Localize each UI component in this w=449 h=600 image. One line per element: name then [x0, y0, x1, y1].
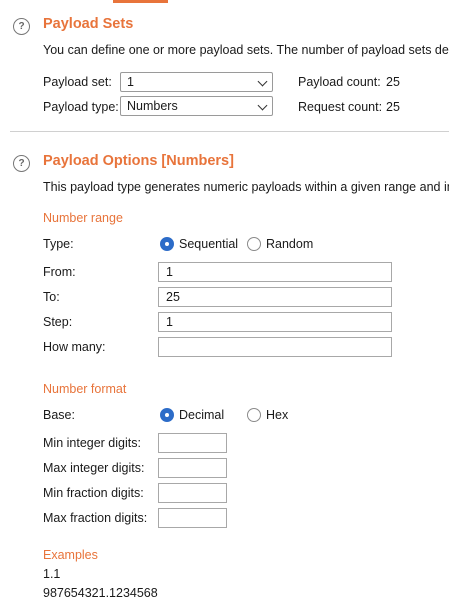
hex-label[interactable]: Hex: [266, 408, 288, 422]
to-input[interactable]: 25: [158, 287, 392, 307]
random-label[interactable]: Random: [266, 237, 313, 251]
how-many-label: How many:: [43, 340, 106, 354]
how-many-input[interactable]: [158, 337, 392, 357]
chevron-down-icon: [257, 100, 268, 111]
max-fraction-digits-input[interactable]: [158, 508, 227, 528]
active-tab-indicator: [113, 0, 168, 3]
help-icon[interactable]: ?: [13, 155, 30, 172]
type-label: Type:: [43, 237, 74, 251]
random-radio[interactable]: [247, 237, 261, 251]
example-line: 987654321.1234568: [43, 586, 158, 600]
number-range-title: Number range: [43, 211, 123, 225]
payload-count-label: Payload count:: [298, 75, 381, 89]
max-integer-digits-input[interactable]: [158, 458, 227, 478]
from-input[interactable]: 1: [158, 262, 392, 282]
max-integer-digits-label: Max integer digits:: [43, 461, 145, 475]
payload-set-value: 1: [127, 75, 134, 89]
help-icon[interactable]: ?: [13, 18, 30, 35]
step-input[interactable]: 1: [158, 312, 392, 332]
request-count-label: Request count:: [298, 100, 383, 114]
payload-type-label: Payload type:: [43, 100, 119, 114]
payload-sets-description: You can define one or more payload sets.…: [43, 43, 449, 57]
example-line: 1.1: [43, 567, 61, 581]
decimal-radio[interactable]: [160, 408, 174, 422]
number-format-title: Number format: [43, 382, 127, 396]
from-label: From:: [43, 265, 76, 279]
section-divider: [10, 131, 449, 132]
payload-set-dropdown[interactable]: 1: [120, 72, 273, 92]
payload-set-label: Payload set:: [43, 75, 112, 89]
min-integer-digits-input[interactable]: [158, 433, 227, 453]
decimal-label[interactable]: Decimal: [179, 408, 224, 422]
examples-title: Examples: [43, 548, 98, 562]
hex-radio[interactable]: [247, 408, 261, 422]
sequential-radio[interactable]: [160, 237, 174, 251]
payload-type-dropdown[interactable]: Numbers: [120, 96, 273, 116]
to-label: To:: [43, 290, 60, 304]
payload-options-title: Payload Options [Numbers]: [43, 153, 234, 169]
sequential-label[interactable]: Sequential: [179, 237, 238, 251]
payload-sets-title: Payload Sets: [43, 16, 134, 32]
request-count-value: 25: [386, 100, 400, 114]
step-label: Step:: [43, 315, 73, 329]
min-fraction-digits-label: Min fraction digits:: [43, 486, 144, 500]
min-fraction-digits-input[interactable]: [158, 483, 227, 503]
payload-options-description: This payload type generates numeric payl…: [43, 180, 449, 194]
payload-count-value: 25: [386, 75, 400, 89]
min-integer-digits-label: Min integer digits:: [43, 436, 141, 450]
base-label: Base:: [43, 408, 75, 422]
chevron-down-icon: [257, 76, 268, 87]
payload-type-value: Numbers: [127, 99, 178, 113]
max-fraction-digits-label: Max fraction digits:: [43, 511, 148, 525]
